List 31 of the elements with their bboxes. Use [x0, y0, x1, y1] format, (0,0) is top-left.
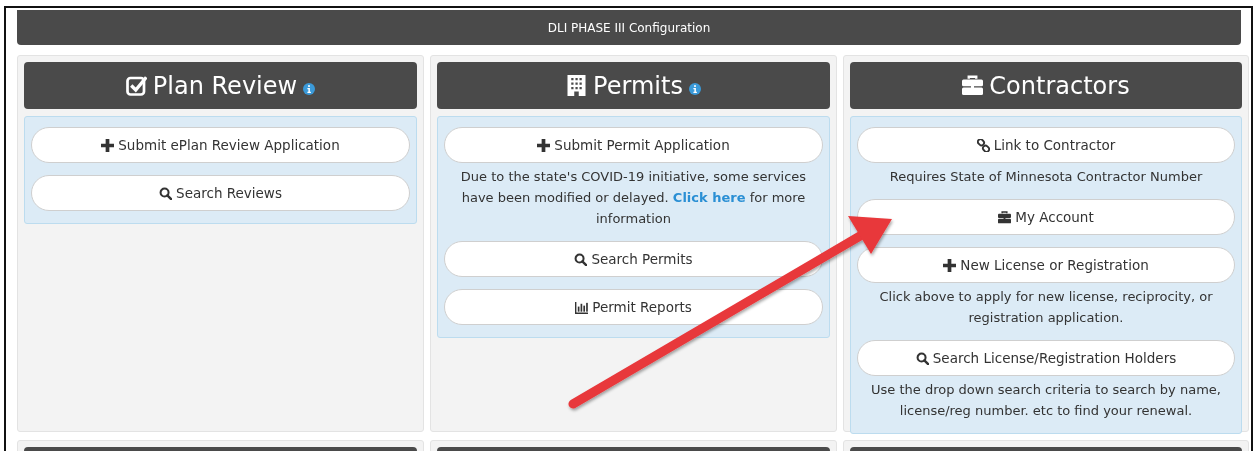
action-button[interactable]: Link to Contractor	[857, 127, 1235, 163]
panel-title: Plan Review	[152, 71, 298, 100]
action-button[interactable]: Search License/Registration Holders	[857, 340, 1235, 376]
building-icon	[566, 75, 588, 96]
help-text: Use the drop down search criteria to search by name, license/reg number. etc to find your renewal.	[870, 381, 1222, 420]
action-button[interactable]: Search Reviews	[31, 175, 410, 211]
action-button[interactable]: New License or Registration	[857, 247, 1235, 283]
help-text: Due to the state's COVID-19 initiative, some services have been modified or delayed. Click here for more information	[459, 168, 808, 228]
plus-icon	[943, 258, 957, 272]
search-icon	[915, 351, 929, 365]
chain-link-icon	[976, 138, 990, 152]
briefcase-icon	[962, 75, 984, 96]
plus-icon	[101, 138, 115, 152]
checkbox-icon	[125, 75, 147, 96]
action-button[interactable]: Submit ePlan Review Application	[31, 127, 410, 163]
help-text: Requires State of Minnesota Contractor Number	[888, 168, 1204, 186]
action-button[interactable]: Search Permits	[444, 241, 823, 277]
search-icon	[159, 186, 173, 200]
info-icon[interactable]	[303, 82, 316, 95]
bar-chart-icon	[575, 300, 589, 314]
search-icon	[574, 252, 588, 266]
panel-title: Contractors	[989, 71, 1130, 100]
plus-icon	[537, 138, 551, 152]
briefcase-icon	[998, 210, 1012, 224]
info-icon[interactable]	[688, 82, 701, 95]
panel-title: Permits	[593, 71, 683, 100]
action-button[interactable]: Permit Reports	[444, 289, 823, 325]
help-text: Click above to apply for new license, reciprocity, or registration application.	[878, 288, 1214, 327]
action-button[interactable]: Submit Permit Application	[444, 127, 823, 163]
page-title: DLI PHASE III Configuration	[547, 20, 711, 35]
action-button[interactable]: My Account	[857, 199, 1235, 235]
